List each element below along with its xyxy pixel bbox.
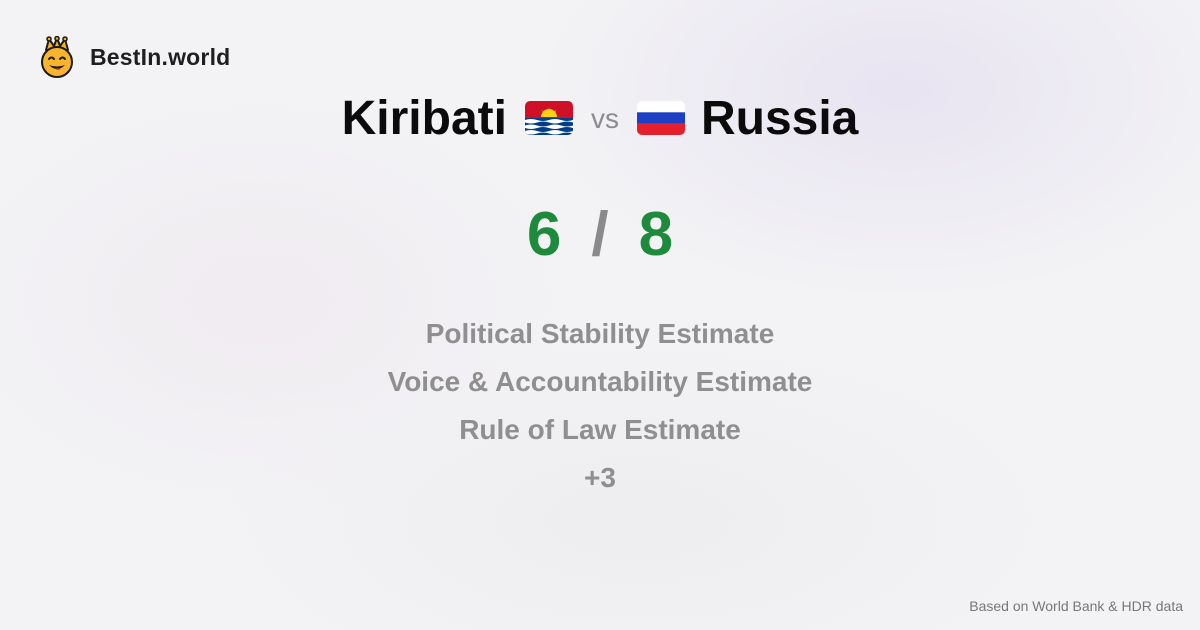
data-source-note: Based on World Bank & HDR data bbox=[969, 598, 1183, 614]
metric-item: Rule of Law Estimate bbox=[459, 414, 741, 445]
score-separator: / bbox=[591, 199, 609, 269]
left-score: 6 bbox=[526, 199, 562, 269]
brand-logo[interactable]: BestIn.world bbox=[38, 36, 230, 78]
comparison-title: Kiribati vs Russia bbox=[0, 88, 1200, 148]
right-country-name: Russia bbox=[700, 91, 859, 145]
vs-label: vs bbox=[590, 103, 619, 134]
metric-item: Political Stability Estimate bbox=[425, 318, 775, 349]
metrics-list: Political Stability Estimate Voice & Acc… bbox=[0, 310, 1200, 502]
right-score: 8 bbox=[638, 199, 674, 269]
more-metrics-count: +3 bbox=[584, 462, 616, 493]
metric-item: Voice & Accountability Estimate bbox=[387, 366, 813, 397]
russia-flag-icon bbox=[636, 101, 685, 135]
crowned-smiley-icon bbox=[41, 36, 73, 78]
kiribati-flag-icon bbox=[524, 101, 573, 135]
left-country-name: Kiribati bbox=[341, 91, 507, 145]
brand-name: BestIn.world bbox=[90, 43, 231, 70]
score-display: 6 / 8 bbox=[0, 194, 1200, 274]
